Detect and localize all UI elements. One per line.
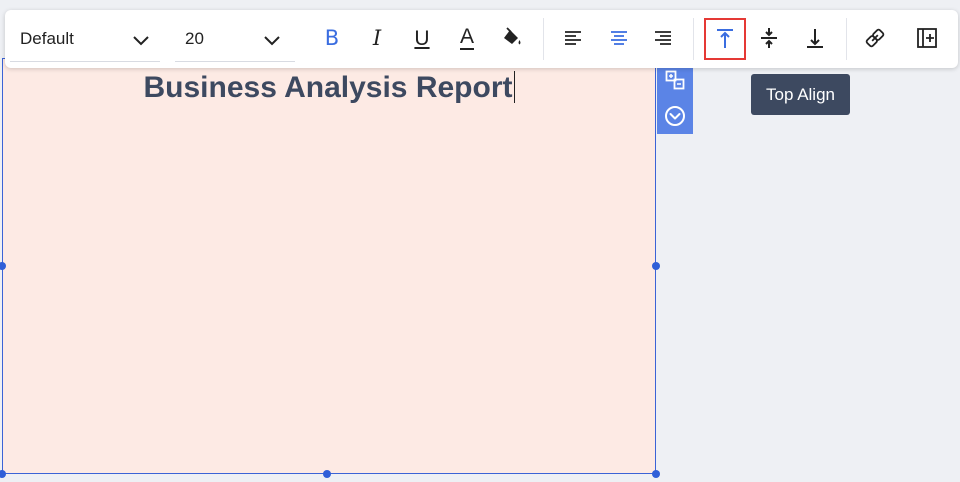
font-family-select[interactable]: Default (10, 16, 160, 62)
replace-button[interactable] (657, 64, 693, 96)
insert-column-icon (917, 28, 937, 48)
fill-color-button[interactable] (492, 18, 532, 58)
italic-button[interactable]: I (357, 18, 397, 58)
text-box-content[interactable]: Business Analysis Report (3, 71, 655, 105)
bold-button[interactable]: B (312, 18, 352, 58)
text-caret (513, 71, 515, 103)
chevron-down-icon (133, 36, 149, 46)
resize-handle-bottom-right[interactable] (652, 470, 660, 478)
side-action-strip (657, 64, 693, 134)
align-center-button[interactable] (599, 18, 639, 58)
middle-align-icon (761, 28, 777, 48)
italic-icon: I (372, 25, 382, 50)
resize-handle-bottom-left[interactable] (0, 470, 6, 478)
align-right-button[interactable] (643, 18, 683, 58)
toolbar-divider (846, 18, 847, 60)
tooltip: Top Align (751, 74, 850, 115)
toolbar-divider (543, 18, 544, 60)
font-color-button[interactable]: A (447, 18, 487, 58)
bottom-align-button[interactable] (795, 18, 835, 58)
font-size-select[interactable]: 20 (175, 16, 295, 62)
chevron-down-icon (264, 36, 280, 46)
tooltip-text: Top Align (766, 84, 835, 104)
bottom-align-icon (807, 29, 823, 48)
top-align-icon (717, 29, 733, 48)
link-button[interactable] (855, 18, 895, 58)
insert-column-button[interactable] (907, 18, 947, 58)
align-left-button[interactable] (553, 18, 593, 58)
font-color-icon: A (459, 25, 474, 50)
underline-icon: U (414, 26, 430, 50)
underline-button[interactable]: U (402, 18, 442, 58)
font-family-value: Default (20, 29, 74, 48)
resize-handle-right[interactable] (652, 262, 660, 270)
text-box-text[interactable]: Business Analysis Report (143, 71, 512, 104)
text-box[interactable]: Business Analysis Report (2, 58, 656, 474)
chevron-circle-down-icon (665, 106, 685, 126)
more-options-button[interactable] (657, 100, 693, 132)
toolbar-divider (693, 18, 694, 60)
top-align-button[interactable] (704, 18, 746, 60)
font-size-value: 20 (185, 29, 204, 48)
align-center-icon (611, 31, 627, 45)
align-right-icon (655, 31, 671, 45)
bold-icon: B (324, 25, 340, 50)
link-icon (865, 28, 885, 48)
text-format-toolbar: Default 20 B I U A (5, 10, 958, 68)
resize-handle-bottom[interactable] (323, 470, 331, 478)
middle-align-button[interactable] (749, 18, 789, 58)
replace-icon (665, 70, 685, 90)
align-left-icon (565, 31, 581, 45)
paint-bucket-icon (504, 27, 521, 45)
